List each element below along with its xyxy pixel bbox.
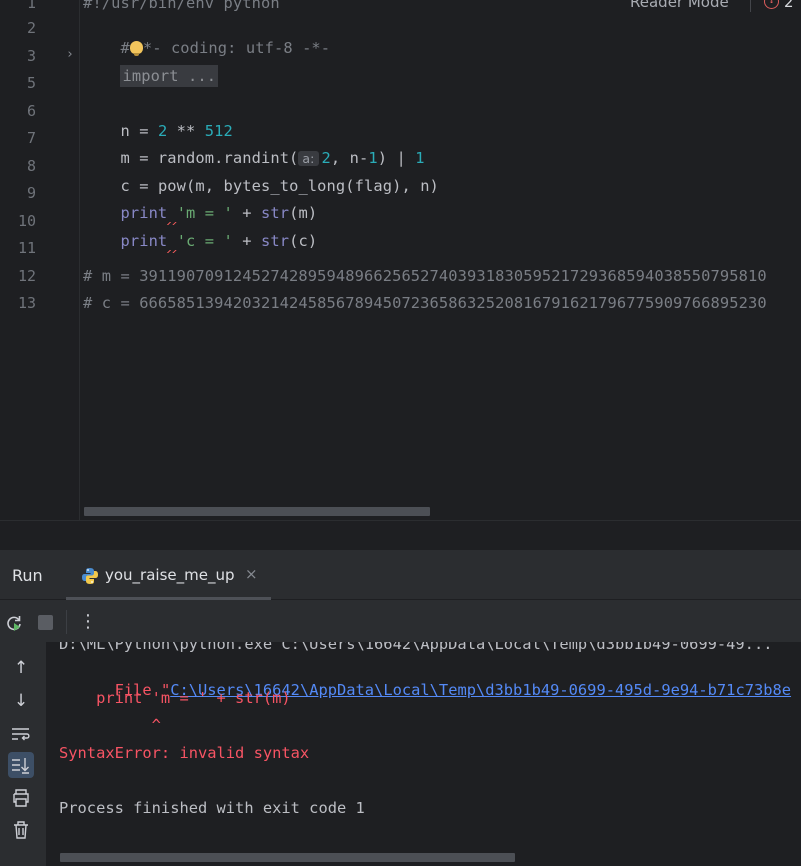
line-number: 7 (26, 129, 36, 147)
console-line: D:\ML\Python\python.exe C:\Users\16642\A… (59, 642, 773, 653)
fold-expand-icon[interactable]: › (66, 45, 78, 65)
arrow-up-icon[interactable]: ↑ (8, 655, 34, 681)
run-toolbar: ⋮ (0, 600, 801, 642)
horizontal-scrollbar[interactable] (60, 853, 515, 862)
line-number: 12 (17, 267, 36, 285)
code-line-comment-m[interactable]: # m = 3911907091245274289594896625652740… (83, 266, 767, 286)
separator (66, 610, 67, 634)
print-icon[interactable] (8, 785, 34, 811)
python-icon (82, 568, 98, 584)
trash-icon[interactable] (8, 817, 34, 843)
arrow-down-icon[interactable]: ↓ (8, 688, 34, 714)
line-number: 2 (26, 19, 36, 37)
panel-divider[interactable] (0, 520, 801, 550)
console-line: print 'm = ' + str(m) (59, 689, 291, 707)
scroll-to-end-icon[interactable] (8, 752, 34, 778)
code-line-print-c[interactable]: print 'c = ' + str(c) (83, 211, 317, 271)
rerun-icon[interactable] (5, 614, 23, 632)
line-number: 5 (26, 74, 36, 92)
code-token: (c) (289, 232, 318, 250)
separator (750, 0, 751, 12)
code-line-shebang[interactable]: #!/usr/bin/env python (83, 0, 280, 13)
tab-you-raise-me-up[interactable]: you_raise_me_up × (66, 550, 271, 600)
line-number: 11 (17, 239, 36, 257)
line-number: 9 (26, 184, 36, 202)
tab-label: you_raise_me_up (105, 566, 235, 584)
stop-icon[interactable] (38, 615, 53, 630)
error-count[interactable]: 2 (784, 0, 794, 11)
reader-mode-button[interactable]: Reader Mode (630, 0, 729, 11)
line-number: 10 (17, 212, 36, 230)
soft-wrap-icon[interactable] (8, 721, 34, 747)
line-number-gutter: 1 2 3 › 5 6 7 8 9 10 11 12 13 (0, 0, 80, 520)
print-token: print (120, 232, 168, 250)
console-line-caret: ^ (59, 716, 161, 734)
builtin-token: str (261, 232, 290, 250)
close-icon[interactable]: × (245, 565, 258, 583)
console-line-error: SyntaxError: invalid syntax (59, 744, 310, 762)
line-number: 6 (26, 102, 36, 120)
folded-imports[interactable]: import ... (120, 65, 219, 87)
horizontal-scrollbar[interactable] (84, 507, 430, 516)
run-panel-header: Run you_raise_me_up × (0, 550, 801, 600)
code-editor[interactable]: 1 2 3 › 5 6 7 8 9 10 11 12 13 #!/usr/bin… (0, 0, 801, 520)
code-line-imports[interactable]: import ... (83, 46, 219, 106)
console-line-exit: Process finished with exit code 1 (59, 799, 365, 817)
line-number: 3 (26, 47, 36, 65)
line-number: 13 (17, 294, 36, 312)
code-token: + (232, 232, 261, 250)
line-number: 8 (26, 157, 36, 175)
string-token: 'c = ' (176, 232, 233, 250)
code-line-comment-c[interactable]: # c = 6665851394203214245856789450723658… (83, 293, 767, 313)
more-options-icon[interactable]: ⋮ (79, 611, 97, 632)
run-panel-title[interactable]: Run (12, 566, 43, 585)
error-squiggle[interactable] (167, 232, 176, 250)
console-output[interactable]: D:\ML\Python\python.exe C:\Users\16642\A… (46, 642, 801, 866)
line-number: 1 (26, 0, 36, 12)
console-side-toolbar: ↑ ↓ (0, 642, 46, 866)
